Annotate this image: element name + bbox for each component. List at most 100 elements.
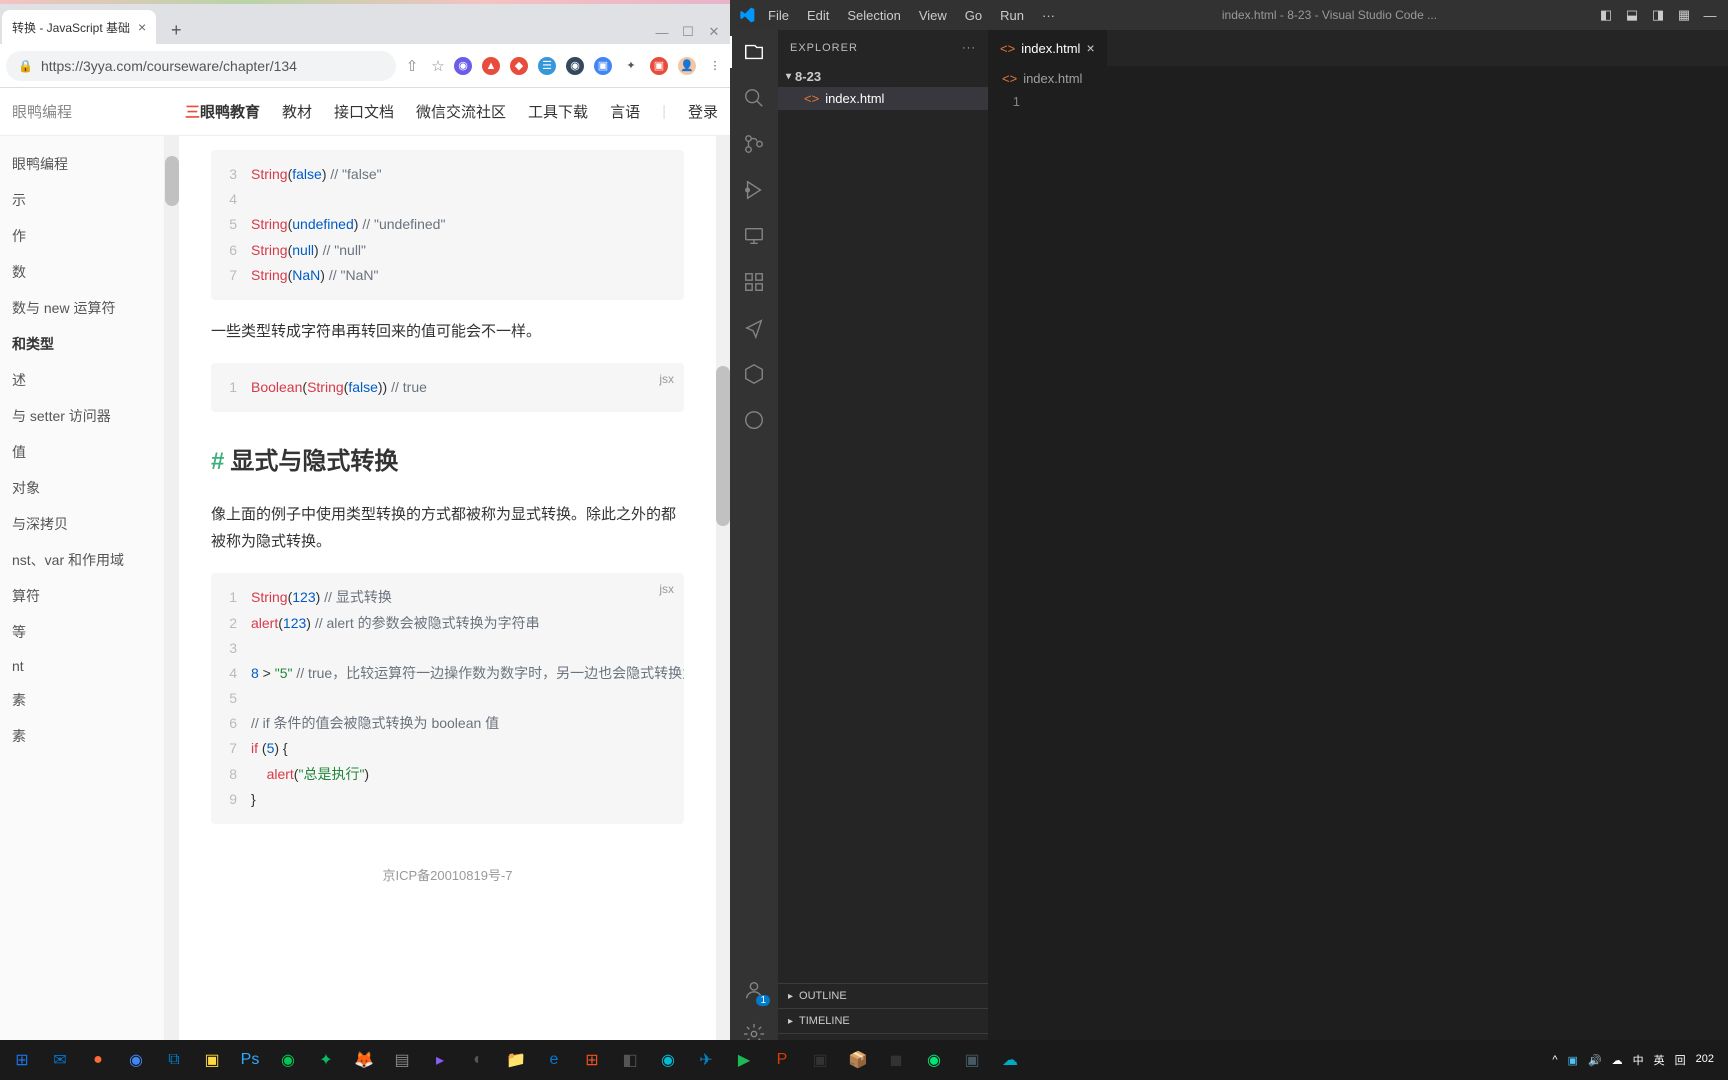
extension-icon[interactable]: ◆	[510, 57, 528, 75]
sidebar-item[interactable]: 与深拷贝	[0, 506, 164, 542]
taskbar-app-icon[interactable]: ▤	[386, 1044, 418, 1076]
ime-indicator[interactable]: 英	[1654, 1052, 1665, 1068]
sidebar-item[interactable]: 数	[0, 254, 164, 290]
sidebar-item[interactable]: nst、var 和作用域	[0, 542, 164, 578]
new-tab-button[interactable]: +	[162, 16, 190, 44]
taskbar-app-icon[interactable]: ☁	[994, 1044, 1026, 1076]
default-icon[interactable]	[742, 408, 766, 432]
taskbar-app-icon[interactable]: ◧	[614, 1044, 646, 1076]
sidebar-item[interactable]: 示	[0, 182, 164, 218]
taskbar-app-icon[interactable]: 📦	[842, 1044, 874, 1076]
sidebar-item[interactable]: 眼鸭编程	[0, 146, 164, 182]
menu-item[interactable]: Selection	[839, 4, 908, 27]
editor-content[interactable]	[1038, 90, 1728, 1058]
taskbar-app-icon[interactable]: ⊞	[576, 1044, 608, 1076]
sidebar-item[interactable]: 和类型	[0, 326, 164, 362]
search-icon[interactable]	[742, 86, 766, 110]
menu-icon[interactable]: ⋮	[706, 57, 724, 75]
taskbar-app-icon[interactable]: ▣	[956, 1044, 988, 1076]
taskbar-app-icon[interactable]: 🦊	[348, 1044, 380, 1076]
sidebar-scrollbar[interactable]	[165, 136, 179, 1080]
tray-icon[interactable]: ▣	[1568, 1054, 1578, 1067]
taskbar-app-icon[interactable]: ▣	[804, 1044, 836, 1076]
browser-tab[interactable]: 转换 - JavaScript 基础 ×	[2, 10, 156, 44]
sidebar-item[interactable]: 值	[0, 434, 164, 470]
editor-tab[interactable]: <> index.html ×	[988, 30, 1108, 66]
menu-item[interactable]: View	[911, 4, 955, 27]
hexagon-icon[interactable]	[742, 362, 766, 386]
login-link[interactable]: 登录	[688, 101, 718, 122]
minimize-icon[interactable]: —	[1700, 5, 1720, 25]
taskbar-app-icon[interactable]: ▸	[424, 1044, 456, 1076]
sidebar-item[interactable]: 述	[0, 362, 164, 398]
source-control-icon[interactable]	[742, 132, 766, 156]
outline-section[interactable]: ▸OUTLINE	[778, 983, 988, 1008]
sidebar-item[interactable]: 素	[0, 682, 164, 718]
nav-item[interactable]: 接口文档	[334, 101, 394, 122]
menu-item[interactable]: File	[760, 4, 797, 27]
ime-indicator[interactable]: 回	[1675, 1052, 1686, 1068]
taskbar-app-icon[interactable]: ▶	[728, 1044, 760, 1076]
share-icon[interactable]: ⇧	[402, 56, 422, 76]
breadcrumb[interactable]: <> index.html	[988, 66, 1728, 90]
sidebar-item[interactable]: 与 setter 访问器	[0, 398, 164, 434]
close-icon[interactable]: ×	[138, 19, 146, 35]
extension-icon[interactable]: ◉	[566, 57, 584, 75]
tray-icon[interactable]: ☁	[1612, 1054, 1623, 1067]
sidebar-item[interactable]: 作	[0, 218, 164, 254]
close-icon[interactable]: ✕	[702, 20, 726, 44]
sidebar-item[interactable]: 数与 new 运算符	[0, 290, 164, 326]
account-icon[interactable]: 1	[742, 978, 766, 1002]
extensions-icon[interactable]	[742, 270, 766, 294]
taskbar-app-icon[interactable]: P	[766, 1044, 798, 1076]
extension-icon[interactable]: ☰	[538, 57, 556, 75]
layout-icon[interactable]: ▦	[1674, 5, 1694, 25]
more-icon[interactable]: ···	[962, 42, 976, 54]
nav-item[interactable]: 工具下载	[528, 101, 588, 122]
taskbar-app-icon[interactable]: ◐	[462, 1044, 494, 1076]
tray-sound-icon[interactable]: 🔊	[1588, 1054, 1602, 1067]
taskbar-app-icon[interactable]: ✈	[690, 1044, 722, 1076]
extension-icon[interactable]: ▣	[594, 57, 612, 75]
minimize-icon[interactable]: —	[650, 20, 674, 44]
menu-item[interactable]: Run	[992, 4, 1032, 27]
brand[interactable]: 三眼鸭教育	[185, 101, 260, 122]
menu-item[interactable]: Go	[957, 4, 990, 27]
explorer-icon[interactable]	[742, 40, 766, 64]
extension-icon[interactable]: ◉	[454, 57, 472, 75]
panel-left-icon[interactable]: ◧	[1596, 5, 1616, 25]
maximize-icon[interactable]: ☐	[676, 20, 700, 44]
remote-icon[interactable]	[742, 224, 766, 248]
taskbar-app-icon[interactable]: ◉	[272, 1044, 304, 1076]
taskbar-app-icon[interactable]: ⧉	[158, 1044, 190, 1076]
course-sidebar[interactable]: 眼鸭编程示作数数与 new 运算符和类型述与 setter 访问器值对象与深拷贝…	[0, 136, 165, 1080]
taskbar-app-icon[interactable]: ✉	[44, 1044, 76, 1076]
content-scrollbar[interactable]	[716, 136, 730, 1080]
sidebar-item[interactable]: 对象	[0, 470, 164, 506]
tree-folder[interactable]: ▾ 8-23	[778, 66, 988, 87]
nav-item[interactable]: 教材	[282, 101, 312, 122]
taskbar-app-icon[interactable]: Ps	[234, 1044, 266, 1076]
tree-file[interactable]: <> index.html	[778, 87, 988, 110]
panel-bottom-icon[interactable]: ⬓	[1622, 5, 1642, 25]
clock[interactable]: 202	[1696, 1053, 1714, 1066]
share-icon[interactable]	[742, 316, 766, 340]
extension-icon[interactable]: ▣	[650, 57, 668, 75]
taskbar-app-icon[interactable]: ◼	[880, 1044, 912, 1076]
url-bar[interactable]: 🔒 https://3yya.com/courseware/chapter/13…	[6, 51, 396, 81]
taskbar-app-icon[interactable]: 📁	[500, 1044, 532, 1076]
taskbar-app-icon[interactable]: ◉	[120, 1044, 152, 1076]
taskbar-app-icon[interactable]: ●	[82, 1044, 114, 1076]
timeline-section[interactable]: ▸TIMELINE	[778, 1008, 988, 1033]
taskbar-app-icon[interactable]: ▣	[196, 1044, 228, 1076]
close-icon[interactable]: ×	[1086, 40, 1094, 56]
nav-item[interactable]: 微信交流社区	[416, 101, 506, 122]
menu-item[interactable]: Edit	[799, 4, 837, 27]
taskbar-app-icon[interactable]: ✦	[310, 1044, 342, 1076]
ime-indicator[interactable]: 中	[1633, 1052, 1644, 1068]
bookmark-icon[interactable]: ☆	[428, 56, 448, 76]
taskbar-app-icon[interactable]: ⊞	[6, 1044, 38, 1076]
tray-chevron-icon[interactable]: ^	[1552, 1054, 1557, 1066]
nav-item[interactable]: 言语	[610, 101, 640, 122]
extension-icon[interactable]: ▲	[482, 57, 500, 75]
